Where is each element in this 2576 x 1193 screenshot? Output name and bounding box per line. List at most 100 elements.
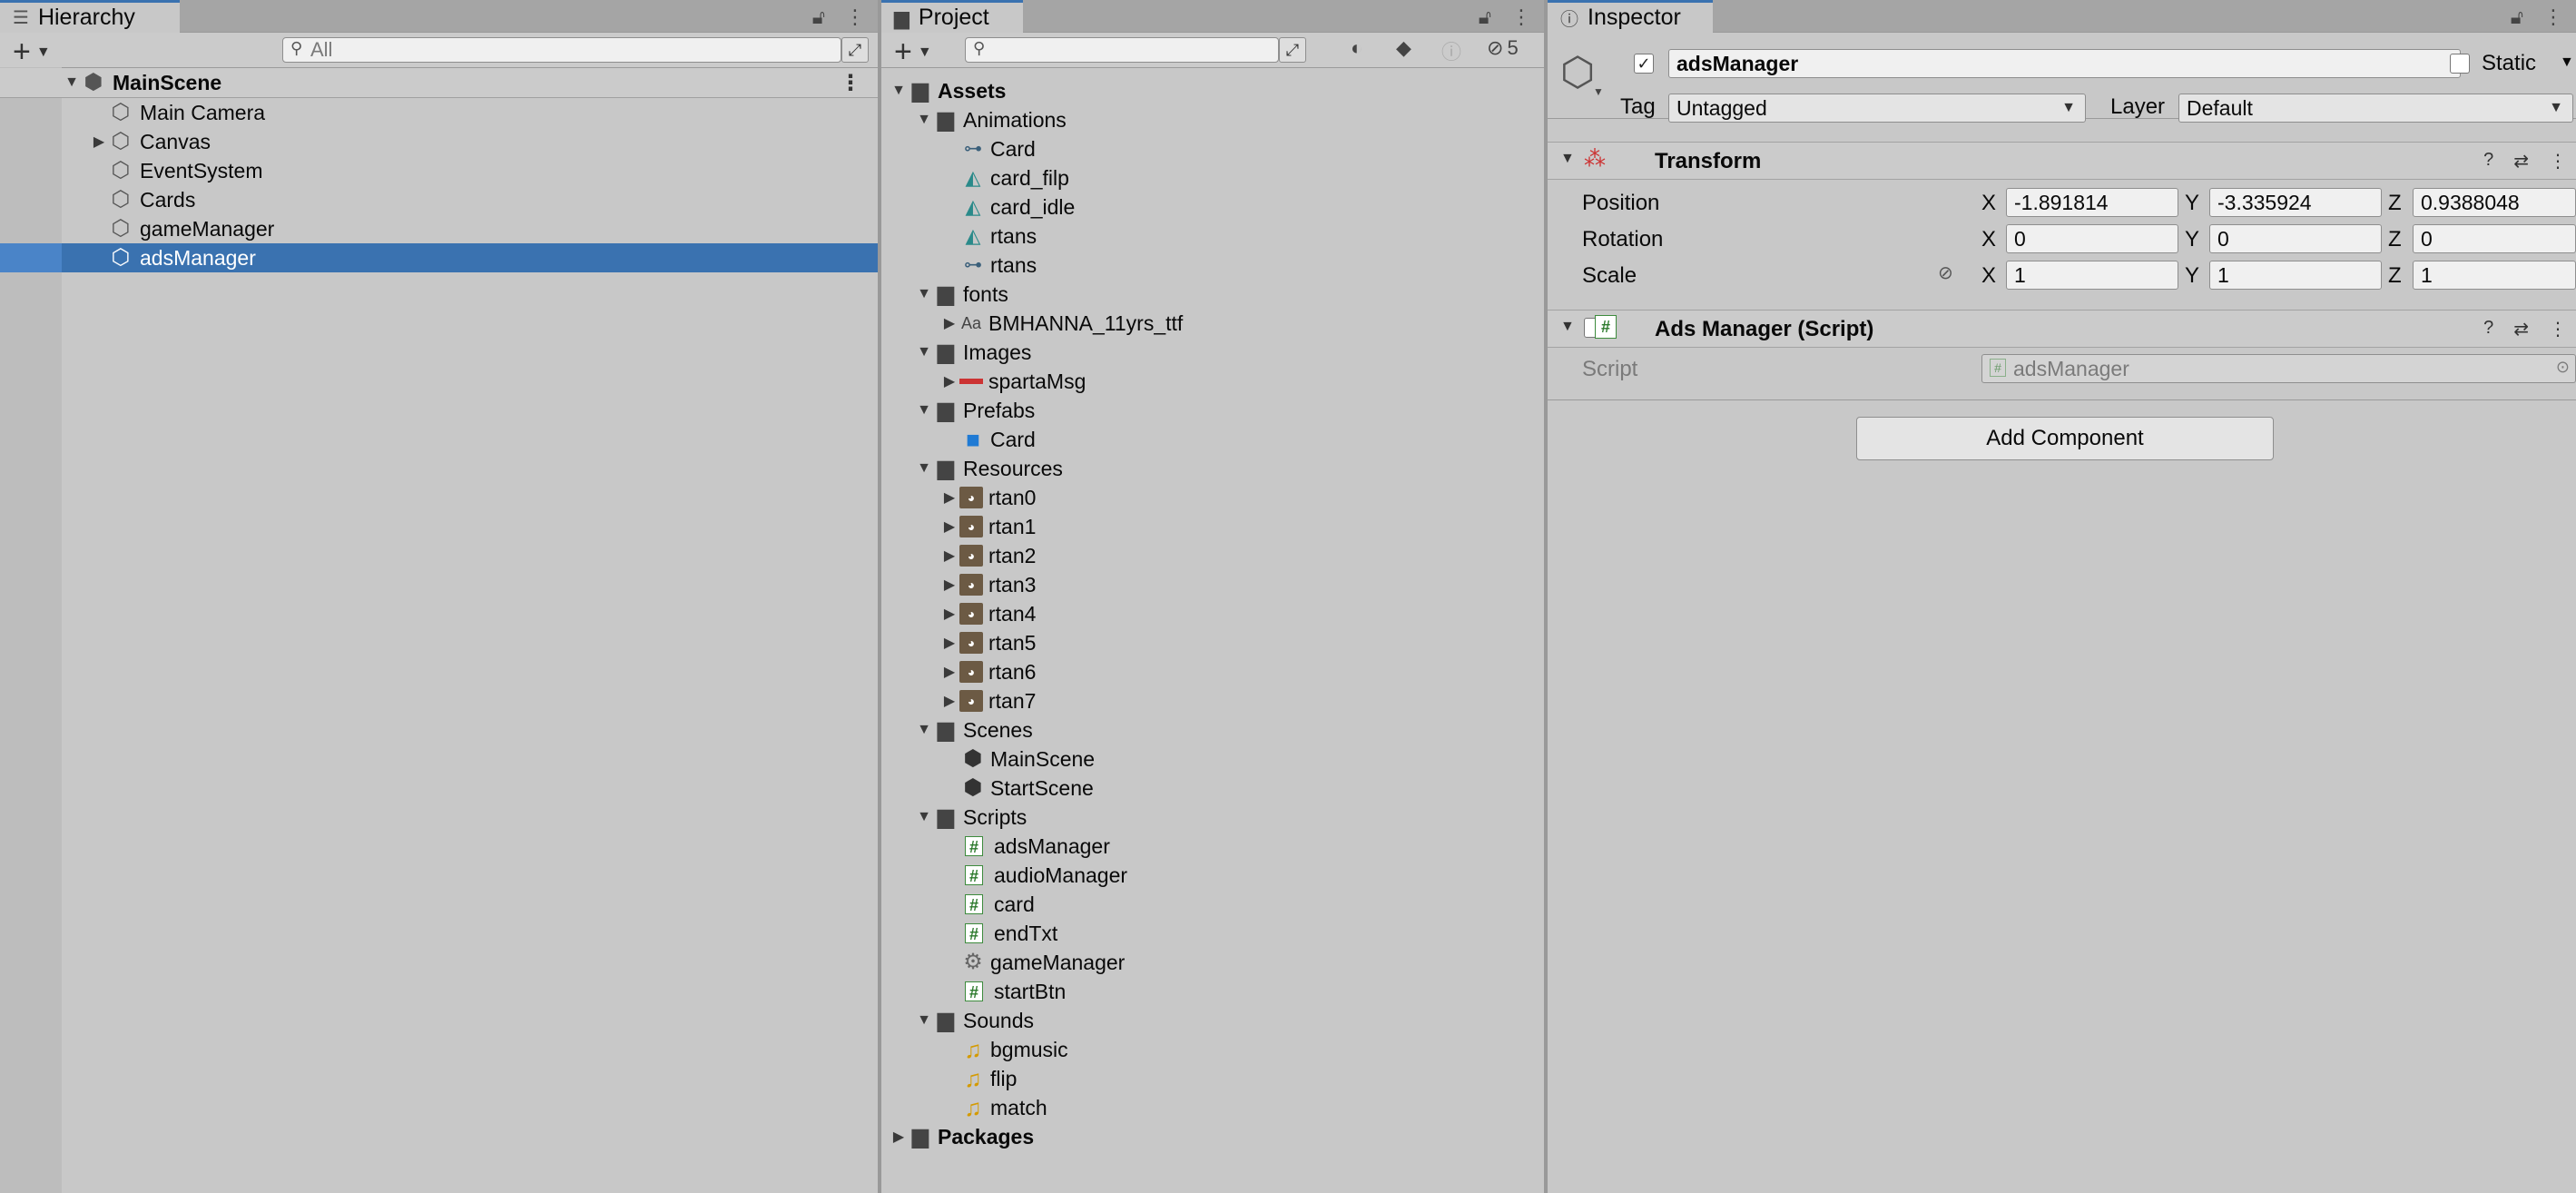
tree-asset[interactable]: ▶ ◕ rtan1 [881, 512, 1544, 541]
tree-asset[interactable]: ◭ card_filp [881, 163, 1544, 192]
layer-dropdown[interactable]: Default ▼ [2178, 94, 2573, 123]
tree-asset[interactable]: ▶ ◕ rtan5 [881, 628, 1544, 657]
tree-folder-assets[interactable]: ▼ ▆ Assets [881, 76, 1544, 105]
info-disabled-icon[interactable]: ⓘ [1441, 36, 1461, 65]
collapsed-triangle-icon[interactable]: ▶ [939, 576, 959, 594]
tree-asset[interactable]: ◭ rtans [881, 222, 1544, 251]
filter-by-type-icon[interactable]: ◐ [1351, 36, 1362, 60]
script-object-field[interactable]: # adsManager ⊙ [1981, 354, 2576, 383]
scale-x-field[interactable]: 1 [2006, 261, 2178, 290]
hidden-packages-toggle[interactable]: ⊘ 5 [1487, 36, 1519, 60]
create-asset-button[interactable]: + ▼ [894, 35, 932, 70]
tree-asset[interactable]: # startBtn [881, 977, 1544, 1006]
hierarchy-item[interactable]: ⬡ Cards [0, 185, 878, 214]
rotation-y-field[interactable]: 0 [2209, 224, 2382, 253]
scene-row[interactable]: ▼ ⬢ MainScene ⋮ [0, 68, 878, 98]
tab-project[interactable]: ▆ Project [881, 0, 1023, 33]
search-scope-button[interactable]: ⤢ [1279, 37, 1306, 63]
hierarchy-item[interactable]: ⬡ gameManager [0, 214, 878, 243]
axis-y-label[interactable]: Y [2185, 191, 2199, 216]
object-name-field[interactable]: adsManager [1668, 49, 2461, 78]
tree-asset[interactable]: ⚙ gameManager [881, 948, 1544, 977]
tree-asset[interactable]: ▶ Aa BMHANNA_11yrs_ttf [881, 309, 1544, 338]
gameobject-cube-icon[interactable]: ⬡ [1560, 49, 1595, 95]
tree-asset[interactable]: ◭ card_idle [881, 192, 1544, 222]
tree-asset[interactable]: # adsManager [881, 832, 1544, 861]
axis-z-label[interactable]: Z [2388, 191, 2402, 216]
tree-folder[interactable]: ▼ ▆ Scenes [881, 715, 1544, 744]
axis-x-label[interactable]: X [1981, 263, 1996, 289]
tree-asset[interactable]: ▶ ◕ rtan0 [881, 483, 1544, 512]
hierarchy-item[interactable]: ▶ ⬡ Canvas [0, 127, 878, 156]
tree-asset[interactable]: ▶ ◕ rtan6 [881, 657, 1544, 686]
lock-icon[interactable]: 🔓︎ [812, 5, 825, 29]
rotation-z-field[interactable]: 0 [2413, 224, 2576, 253]
tab-inspector[interactable]: ⓘ Inspector [1548, 0, 1713, 33]
axis-y-label[interactable]: Y [2185, 227, 2199, 252]
collapsed-triangle-icon[interactable]: ▶ [939, 314, 959, 332]
add-component-button[interactable]: Add Component [1856, 417, 2274, 460]
tree-asset[interactable]: ⊶ Card [881, 134, 1544, 163]
collapsed-triangle-icon[interactable]: ▶ [889, 1128, 909, 1146]
tree-asset[interactable]: # audioManager [881, 861, 1544, 890]
lock-icon[interactable]: 🔓︎ [2511, 5, 2523, 29]
scene-search-button[interactable]: ⤢ [841, 37, 869, 63]
collapsed-triangle-icon[interactable]: ▶ [939, 518, 959, 536]
create-button[interactable]: + ▼ [13, 35, 51, 70]
tree-folder[interactable]: ▼ ▆ Scripts [881, 803, 1544, 832]
hierarchy-search-input[interactable]: ⚲ All [282, 37, 841, 63]
tree-asset[interactable]: ▶ ◕ rtan7 [881, 686, 1544, 715]
lock-icon[interactable]: 🔓︎ [1479, 5, 1491, 29]
axis-x-label[interactable]: X [1981, 227, 1996, 252]
filter-by-label-icon[interactable]: ◆ [1396, 36, 1411, 60]
expand-triangle-icon[interactable]: ▼ [914, 344, 934, 360]
more-menu-icon[interactable]: ⋮ [2543, 5, 2563, 29]
expand-triangle-icon[interactable]: ▼ [914, 112, 934, 128]
tree-asset[interactable]: ⬢ MainScene [881, 744, 1544, 774]
hierarchy-item-selected[interactable]: ⬡ adsManager [0, 243, 878, 272]
position-x-field[interactable]: -1.891814 [2006, 188, 2178, 217]
hierarchy-item[interactable]: ⬡ EventSystem [0, 156, 878, 185]
tree-asset[interactable]: ⊶ rtans [881, 251, 1544, 280]
collapsed-triangle-icon[interactable]: ▶ [939, 663, 959, 681]
tree-asset[interactable]: ♫ match [881, 1093, 1544, 1122]
scale-y-field[interactable]: 1 [2209, 261, 2382, 290]
hierarchy-item[interactable]: ⬡ Main Camera [0, 98, 878, 127]
expand-triangle-icon[interactable]: ▼ [914, 809, 934, 825]
tree-asset[interactable]: ■ Card [881, 425, 1544, 454]
chevron-down-icon[interactable]: ▼ [2560, 54, 2574, 71]
expand-triangle-icon[interactable]: ▼ [914, 402, 934, 419]
tree-asset[interactable]: # card [881, 890, 1544, 919]
static-checkbox[interactable] [2450, 54, 2470, 74]
tree-asset[interactable]: ▶ ◕ rtan3 [881, 570, 1544, 599]
presets-icon[interactable]: ⇄ [2513, 318, 2529, 340]
tree-asset[interactable]: # endTxt [881, 919, 1544, 948]
tree-asset[interactable]: ▶ ◕ rtan4 [881, 599, 1544, 628]
more-menu-icon[interactable]: ⋮ [1511, 5, 1531, 29]
tree-folder[interactable]: ▼ ▆ Sounds [881, 1006, 1544, 1035]
chevron-down-icon[interactable]: ▼ [1593, 85, 1604, 98]
active-checkbox[interactable]: ✓ [1634, 54, 1654, 74]
tree-folder[interactable]: ▼ ▆ Images [881, 338, 1544, 367]
tab-hierarchy[interactable]: ☰ Hierarchy [0, 0, 180, 33]
more-menu-icon[interactable]: ⋮ [2549, 318, 2567, 340]
scale-z-field[interactable]: 1 [2413, 261, 2576, 290]
collapsed-triangle-icon[interactable]: ▶ [939, 605, 959, 623]
axis-z-label[interactable]: Z [2388, 263, 2402, 289]
rotation-x-field[interactable]: 0 [2006, 224, 2178, 253]
tree-folder[interactable]: ▼ ▆ Resources [881, 454, 1544, 483]
collapsed-triangle-icon[interactable]: ▶ [939, 547, 959, 565]
link-off-icon[interactable]: ⊘ [1938, 261, 1953, 284]
collapsed-triangle-icon[interactable]: ▶ [939, 488, 959, 507]
expand-triangle-icon[interactable]: ▼ [62, 74, 82, 91]
script-component-header[interactable]: ▼ # Ads Manager (Script) ? ⇄ ⋮ [1548, 310, 2576, 348]
tree-asset[interactable]: ♫ flip [881, 1064, 1544, 1093]
axis-x-label[interactable]: X [1981, 191, 1996, 216]
expand-triangle-icon[interactable]: ▼ [914, 286, 934, 302]
presets-icon[interactable]: ⇄ [2513, 150, 2529, 173]
tree-folder[interactable]: ▼ ▆ Prefabs [881, 396, 1544, 425]
position-z-field[interactable]: 0.9388048 [2413, 188, 2576, 217]
expand-triangle-icon[interactable]: ▼ [1560, 319, 1575, 335]
transform-header[interactable]: ▼ ⁂ Transform ? ⇄ ⋮ [1548, 142, 2576, 180]
project-search-input[interactable]: ⚲ [965, 37, 1279, 63]
